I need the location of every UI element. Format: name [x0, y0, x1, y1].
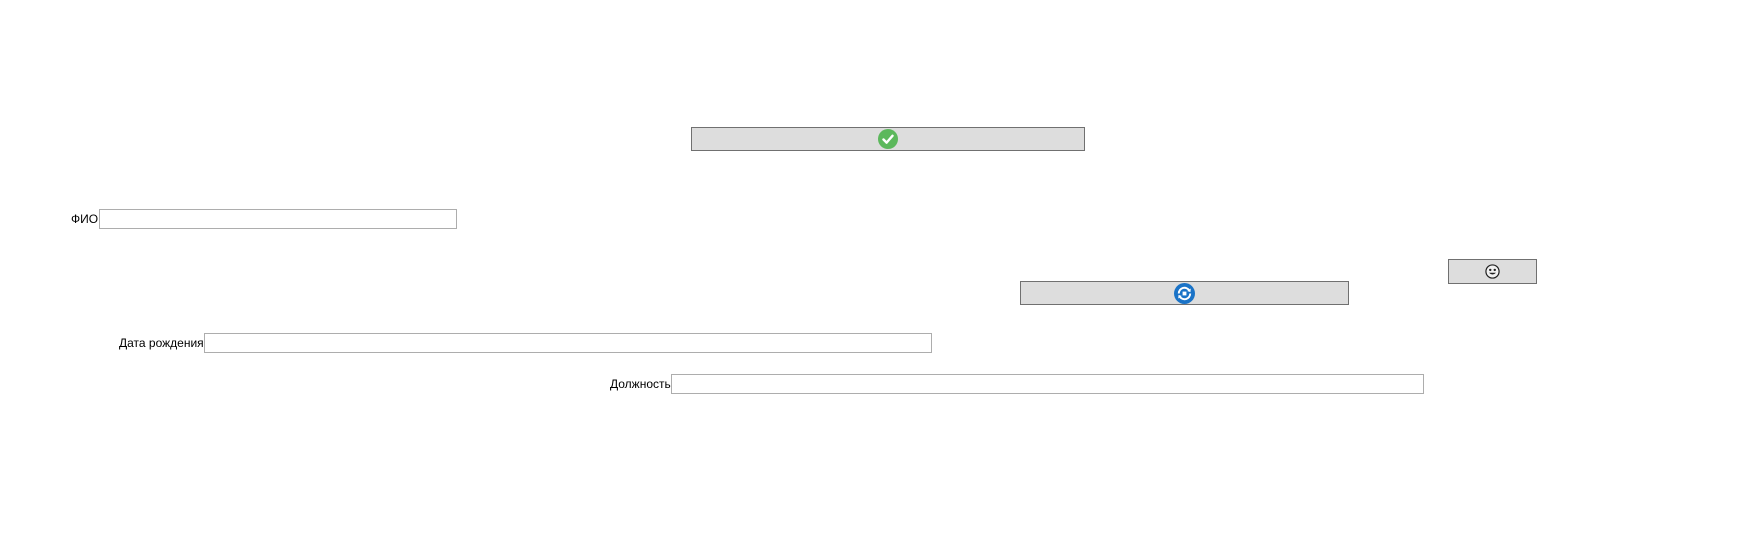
confirm-button[interactable] — [691, 127, 1085, 151]
birth-date-input[interactable] — [204, 333, 932, 353]
position-input[interactable] — [671, 374, 1424, 394]
birth-date-label: Дата рождения — [119, 336, 204, 350]
refresh-icon — [1174, 282, 1195, 304]
check-icon — [878, 129, 898, 149]
emoji-button[interactable] — [1448, 259, 1537, 284]
refresh-button[interactable] — [1020, 281, 1349, 305]
smiley-face-icon — [1485, 264, 1500, 279]
position-label: Должность — [610, 377, 671, 391]
fio-label: ФИО — [71, 212, 99, 226]
fio-input[interactable] — [99, 209, 457, 229]
